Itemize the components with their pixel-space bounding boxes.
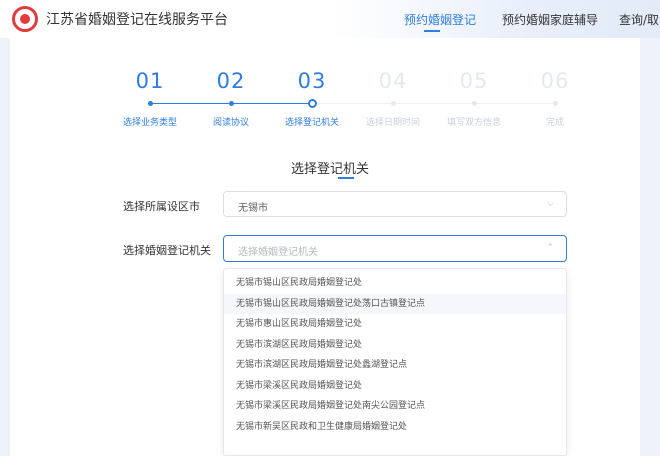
step-dot-current: [308, 99, 317, 108]
step-number: 03: [297, 69, 327, 93]
step-5: 05 填写双方信息: [434, 69, 514, 128]
site-title[interactable]: 江苏省婚姻登记在线服务平台: [46, 9, 228, 29]
section-title: 选择登记机关: [290, 162, 369, 177]
office-dropdown[interactable]: 无锡市锡山区民政局婚姻登记处 无锡市锡山区民政局婚姻登记处荡口古镇登记点 无锡市惠山…: [223, 268, 567, 456]
step-dot: [553, 101, 558, 106]
dropdown-option[interactable]: 无锡市滨湖区民政局婚姻登记处蠡湖登记点: [224, 355, 566, 376]
office-select-placeholder: 选择婚姻登记机关: [238, 247, 318, 258]
dropdown-option[interactable]: 无锡市梁溪区民政局婚姻登记处南尖公园登记点: [224, 396, 566, 417]
step-dot: [472, 101, 477, 106]
step-label: 完成: [545, 118, 564, 128]
progress-track-todo: [312, 103, 555, 104]
nav-book-marriage-registration[interactable]: 预约婚姻登记: [404, 11, 476, 28]
step-label: 填写双方信息: [446, 118, 501, 128]
step-dot: [148, 101, 153, 106]
top-header: 江苏省婚姻登记在线服务平台 预约婚姻登记 预约婚姻家庭辅导 查询/取消: [0, 0, 660, 38]
dropdown-option[interactable]: 无锡市锡山区民政局婚姻登记处荡口古镇登记点: [224, 293, 566, 314]
dropdown-option[interactable]: 无锡市惠山区民政局婚姻登记处: [224, 314, 566, 335]
step-6: 06 完成: [515, 69, 595, 128]
office-label: 选择婚姻登记机关: [123, 244, 211, 257]
step-label: 选择业务类型: [122, 118, 177, 128]
step-number: 06: [540, 69, 570, 93]
city-select-value: 无锡市: [238, 203, 268, 214]
header-background: [330, 0, 660, 38]
step-label: 选择登记机关: [284, 118, 339, 128]
city-select[interactable]: 无锡市 ⌵: [223, 191, 567, 217]
step-number: 02: [216, 69, 246, 93]
step-dot: [229, 101, 234, 106]
section-title-underline: [338, 177, 354, 179]
step-number: 04: [378, 69, 408, 93]
step-label: 阅读协议: [212, 118, 249, 128]
logo-icon[interactable]: [12, 6, 38, 32]
chevron-down-icon: ⌵: [547, 199, 554, 209]
step-number: 01: [135, 69, 165, 93]
step-3: 03 选择登记机关: [272, 69, 352, 128]
step-number: 05: [459, 69, 489, 93]
office-options-list: 无锡市锡山区民政局婚姻登记处 无锡市锡山区民政局婚姻登记处荡口古镇登记点 无锡市惠山…: [224, 269, 566, 437]
step-2: 02 阅读协议: [191, 69, 271, 128]
city-label: 选择所属设区市: [123, 200, 200, 213]
nav-query-cancel[interactable]: 查询/取消: [619, 11, 660, 28]
step-1: 01 选择业务类型: [110, 69, 190, 128]
dropdown-option[interactable]: 无锡市锡山区民政局婚姻登记处: [224, 273, 566, 294]
dropdown-option[interactable]: 无锡市梁溪区民政局婚姻登记处: [224, 376, 566, 397]
nav-active-indicator: [424, 30, 440, 32]
step-4: 04 选择日期时间: [353, 69, 433, 128]
step-label: 选择日期时间: [365, 118, 420, 128]
nav-book-family-counseling[interactable]: 预约婚姻家庭辅导: [502, 11, 598, 28]
step-dot: [391, 101, 396, 106]
dropdown-option[interactable]: 无锡市滨湖区民政局婚姻登记处: [224, 335, 566, 356]
office-select[interactable]: 选择婚姻登记机关 ⌃: [223, 235, 567, 262]
chevron-up-icon: ⌃: [546, 243, 554, 253]
dropdown-option[interactable]: 无锡市新吴区民政和卫生健康局婚姻登记处: [224, 417, 566, 438]
